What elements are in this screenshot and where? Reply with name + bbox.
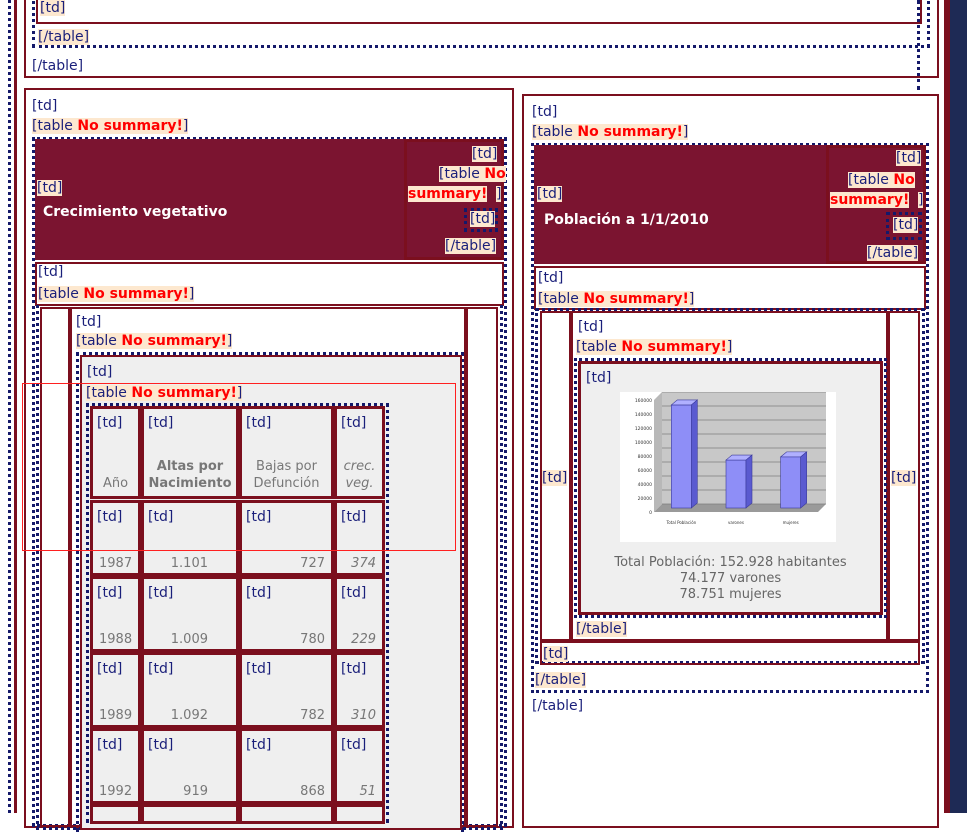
right-side-table-line1: [table No [848, 172, 915, 188]
right-col-narrow-2-td: [td] [891, 470, 917, 486]
top-end-table-2: [/table] [32, 58, 84, 74]
chart-category-label: mujeres [783, 520, 799, 525]
chart-bar [725, 459, 747, 509]
right-header-td: [td] [537, 186, 563, 202]
chart-bar [780, 456, 801, 509]
left-edge-maroon [14, 0, 17, 813]
right-bottom-td: [td] [543, 646, 569, 662]
left-side-inner-td: [td] [470, 211, 496, 227]
right-row2-table-tag: [table No summary!] [538, 291, 695, 307]
left-col-main-td: [td] [76, 314, 102, 330]
chart-y-tick-label: 60000 [638, 468, 652, 474]
growth-cell-partial [239, 804, 334, 824]
growth-cell-partial [90, 804, 141, 824]
chart-y-tick-label: 160000 [635, 398, 652, 404]
chart-caption: Total Población: 152.928 habitantes 74.1… [580, 555, 881, 603]
growth-cell-births: [td] 1.009 [141, 576, 239, 652]
left-col-main-table-tag: [table No summary!] [76, 333, 233, 349]
caption-women: 78.751 mujeres [679, 587, 782, 602]
right-panel-table-tag: [table No summary!] [532, 124, 689, 140]
left-edge-dotted [8, 0, 11, 813]
chart-side-wall [654, 392, 662, 512]
right-side-td: [td] [896, 150, 922, 166]
left-side-end-table: [/table] [445, 238, 497, 254]
chart-y-tick-label: 100000 [635, 440, 652, 446]
chart-bar-side [800, 451, 807, 509]
right-side-table-line2-end: ] [918, 192, 924, 208]
right-side-table-line2: summary! [830, 192, 910, 208]
left-data-td: [td] [87, 364, 113, 380]
left-header-td: [td] [37, 180, 63, 196]
right-chart-end-table: [/table] [576, 621, 628, 637]
right-header-bar [534, 145, 826, 264]
left-header-title: Crecimiento vegetativo [43, 204, 228, 220]
left-side-table-line1: [table No [439, 166, 506, 182]
chart-y-tick-label: 40000 [638, 482, 652, 488]
right-side-inner-td: [td] [893, 217, 919, 233]
chart-category-label: Total Población [665, 520, 696, 525]
right-edge-stripe [950, 0, 967, 813]
growth-cell-growth: [td] 310 [334, 652, 385, 728]
chart-y-tick-label: 120000 [635, 426, 652, 432]
growth-cell-births: [td] 919 [141, 728, 239, 804]
caption-total: Total Población: 152.928 habitantes [614, 555, 847, 570]
right-bottom-end-table-1: [/table] [535, 672, 587, 688]
left-panel-td: [td] [32, 98, 58, 114]
selection-highlight [22, 383, 456, 551]
left-row2-table-tag: [table No summary!] [38, 286, 195, 302]
left-row2-td: [td] [38, 264, 64, 280]
right-col-narrow-1-td: [td] [542, 470, 568, 486]
right-panel-td: [td] [532, 104, 558, 120]
growth-cell-deaths: [td] 780 [239, 576, 334, 652]
chart-y-tick-label: 140000 [635, 412, 652, 418]
growth-cell-year: [td] 1992 [90, 728, 141, 804]
chart-y-tick-label: 80000 [638, 454, 652, 460]
right-header-title: Población a 1/1/2010 [544, 212, 709, 228]
chart-bar [671, 404, 692, 509]
growth-cell-births: [td] 1.092 [141, 652, 239, 728]
growth-cell-growth: [td] 51 [334, 728, 385, 804]
left-side-td: [td] [472, 146, 498, 162]
growth-cell-year: [td] 1989 [90, 652, 141, 728]
growth-cell-deaths: [td] 868 [239, 728, 334, 804]
growth-cell-partial [141, 804, 239, 824]
chart-y-tick-label: 0 [649, 510, 652, 516]
chart-bar-side [691, 399, 698, 509]
chart-category-label: varones [728, 520, 744, 525]
population-chart: 0 20000 40000 60000 80000 100000 120000 140000 1… [620, 392, 836, 542]
right-col-main-td: [td] [578, 319, 604, 335]
left-side-table-line2-end: ] [496, 186, 502, 202]
top-inner-maroon-line [36, 0, 922, 24]
growth-cell-deaths: [td] 782 [239, 652, 334, 728]
left-col-narrow-2 [466, 307, 498, 827]
right-bottom-end-table-2: [/table] [532, 698, 584, 714]
top-end-table-1: [/table] [38, 29, 90, 45]
caption-men: 74.177 varones [679, 571, 782, 586]
right-edge-maroon [944, 0, 950, 813]
left-panel-table-tag: [table No summary!] [32, 118, 189, 134]
chart-y-tick-label: 20000 [638, 496, 652, 502]
right-side-end-table: [/table] [867, 245, 919, 261]
growth-cell-year: [td] 1988 [90, 576, 141, 652]
left-header-bar [35, 139, 404, 260]
chart-cell-td: [td] [586, 370, 612, 386]
growth-cell-partial [334, 804, 385, 824]
left-side-table-line2: summary! [408, 186, 488, 202]
right-row2-td: [td] [538, 270, 564, 286]
right-col-main-table-tag: [table No summary!] [576, 339, 733, 355]
chart-bar-side [745, 454, 753, 509]
growth-cell-growth: [td] 229 [334, 576, 385, 652]
right-bottom-row [540, 641, 920, 665]
top-td-marker: [td] [40, 0, 66, 16]
